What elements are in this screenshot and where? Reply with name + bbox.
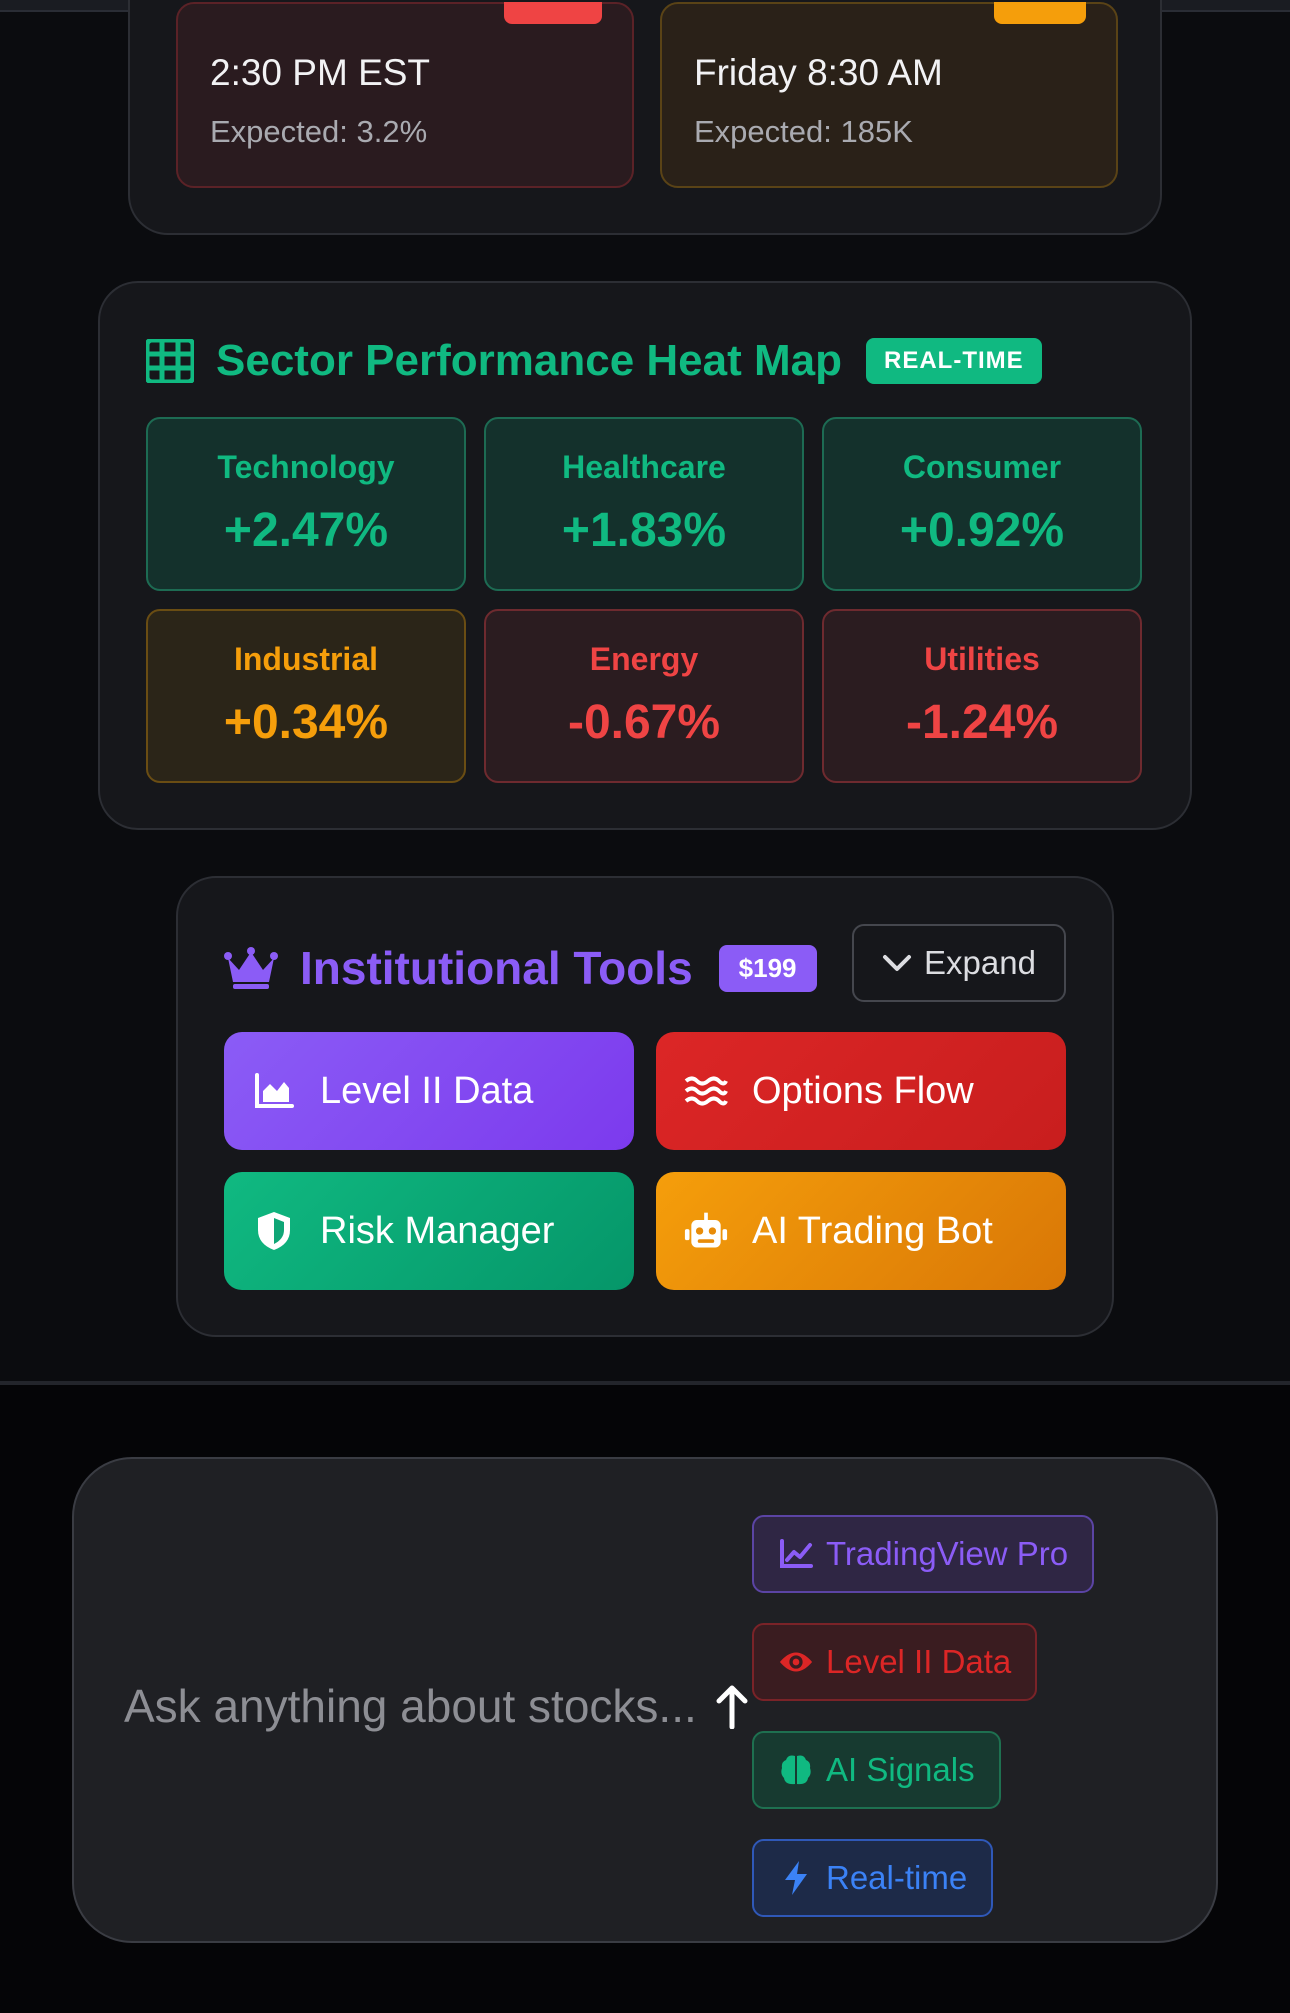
chip-real-time[interactable]: Real-time [752, 1839, 994, 1917]
expand-label: Expand [924, 944, 1036, 981]
sector-tile[interactable]: Technology +2.47% [146, 417, 466, 591]
sector-change: +1.83% [561, 504, 727, 557]
event-impact-tag [504, 2, 602, 24]
area-chart-icon [252, 1069, 296, 1113]
event-expected: Expected: 185K [694, 114, 913, 149]
event-expected: Expected: 3.2% [210, 114, 428, 149]
grid-icon [146, 339, 194, 383]
sector-tile[interactable]: Healthcare +1.83% [484, 417, 804, 591]
chevron-down-icon [882, 953, 912, 973]
sector-change: -1.24% [905, 696, 1059, 749]
chat-input-card: TradingView Pro Level II Data AI Signals… [72, 1457, 1218, 1943]
tool-label: Options Flow [752, 1069, 974, 1112]
sector-name: Healthcare [562, 449, 726, 485]
tool-risk-manager-button[interactable]: Risk Manager [224, 1172, 634, 1290]
send-arrow-icon[interactable] [712, 1679, 752, 1735]
sector-change: +0.92% [899, 504, 1065, 557]
event-time: Friday 8:30 AM [694, 52, 943, 93]
sector-name: Technology [217, 449, 395, 485]
heatmap-header: Sector Performance Heat Map REAL-TIME [146, 333, 1042, 389]
chip-label: AI Signals [826, 1751, 975, 1788]
chip-level-ii-data[interactable]: Level II Data [752, 1623, 1038, 1701]
chip-label: Level II Data [826, 1643, 1012, 1680]
water-icon [684, 1069, 728, 1113]
event-time: 2:30 PM EST [210, 52, 431, 93]
sector-name: Consumer [902, 449, 1062, 485]
brain-icon [778, 1752, 814, 1788]
sector-tile[interactable]: Industrial +0.34% [146, 609, 466, 783]
line-chart-icon [778, 1536, 814, 1572]
institutional-title: Institutional Tools [300, 942, 693, 994]
institutional-header: Institutional Tools $199 [224, 938, 817, 998]
tool-label: AI Trading Bot [752, 1209, 993, 1252]
chip-tradingview-pro[interactable]: TradingView Pro [752, 1515, 1095, 1593]
chip-label: Real-time [826, 1859, 968, 1896]
sector-tile[interactable]: Utilities -1.24% [822, 609, 1142, 783]
crown-icon [224, 946, 278, 990]
price-badge: $199 [718, 944, 817, 992]
eye-icon [778, 1644, 814, 1680]
robot-icon [684, 1209, 728, 1253]
expand-button[interactable]: Expand [852, 924, 1066, 1002]
sector-name: Utilities [924, 641, 1040, 677]
event-card[interactable]: 2:30 PM EST Expected: 3.2% [176, 2, 634, 188]
shield-icon [252, 1209, 296, 1253]
economic-events-card: 2:30 PM EST Expected: 3.2% Friday 8:30 A… [128, 0, 1162, 235]
sector-change: +2.47% [223, 504, 389, 557]
heatmap-title: Sector Performance Heat Map [216, 336, 842, 385]
section-divider [0, 1381, 1290, 1385]
chip-ai-signals[interactable]: AI Signals [752, 1731, 1001, 1809]
event-impact-tag [994, 2, 1086, 24]
sector-name: Energy [589, 641, 699, 677]
sector-change: -0.67% [567, 696, 721, 749]
sector-heatmap-card: Sector Performance Heat Map REAL-TIME Te… [98, 281, 1192, 830]
sector-tile[interactable]: Energy -0.67% [484, 609, 804, 783]
institutional-tools-card: Institutional Tools $199 Expand Level II… [176, 876, 1114, 1337]
tool-level-ii-data-button[interactable]: Level II Data [224, 1032, 634, 1150]
bolt-icon [778, 1860, 814, 1896]
sector-change: +0.34% [223, 696, 389, 749]
realtime-badge: REAL-TIME [866, 338, 1042, 384]
tool-label: Level II Data [320, 1069, 534, 1112]
chat-input[interactable] [124, 1671, 724, 1741]
tool-options-flow-button[interactable]: Options Flow [656, 1032, 1066, 1150]
event-card[interactable]: Friday 8:30 AM Expected: 185K [660, 2, 1118, 188]
chip-label: TradingView Pro [826, 1535, 1069, 1572]
sector-name: Industrial [233, 641, 378, 677]
tool-ai-trading-bot-button[interactable]: AI Trading Bot [656, 1172, 1066, 1290]
sector-tile[interactable]: Consumer +0.92% [822, 417, 1142, 591]
tool-label: Risk Manager [320, 1209, 555, 1252]
